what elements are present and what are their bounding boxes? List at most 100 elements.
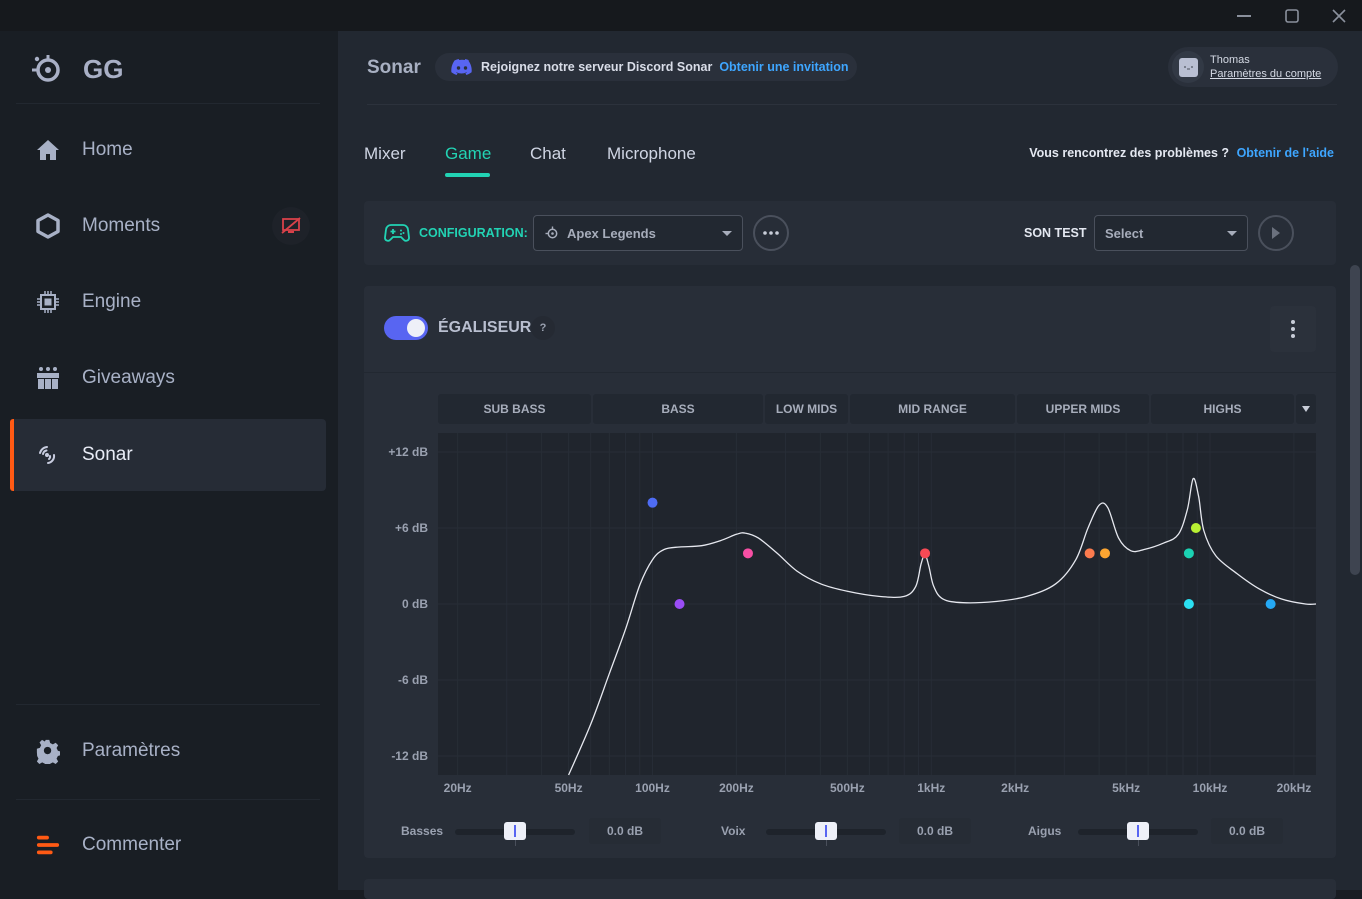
account-settings-link[interactable]: Paramètres du compte (1210, 68, 1321, 80)
toggle-knob (407, 319, 425, 337)
sidebar-item-label: Sonar (82, 444, 133, 465)
header-divider (367, 104, 1337, 105)
scrollbar-thumb[interactable] (1350, 265, 1360, 575)
sidebar-divider (16, 103, 320, 104)
x-tick-label: 1kHz (917, 781, 945, 795)
band-sub-bass[interactable]: SUB BASS (438, 394, 591, 424)
slider-thumb-voix[interactable] (815, 822, 837, 840)
equalizer-menu-button[interactable] (1270, 306, 1316, 352)
slider-label-basses: Basses (401, 824, 444, 838)
hexagon-icon (36, 213, 60, 239)
eq-node-handle[interactable] (1265, 599, 1276, 609)
scrollbar[interactable] (1350, 265, 1362, 615)
steelseries-small-icon (545, 226, 558, 239)
equalizer-help-button[interactable]: ? (531, 316, 555, 340)
window-titlebar (0, 0, 1362, 31)
logo-text: GG (83, 53, 124, 84)
x-tick-label: 200Hz (719, 781, 754, 795)
sidebar-item-label: Giveaways (82, 367, 175, 388)
sidebar-item-moments[interactable]: Moments (10, 190, 326, 262)
help-question: Vous rencontrez des problèmes ? (1029, 146, 1230, 160)
sidebar-item-label: Commenter (82, 834, 182, 855)
recording-off-badge[interactable] (272, 207, 310, 245)
eq-node-handle[interactable] (1190, 523, 1201, 533)
ellipsis-icon (763, 231, 779, 235)
equalizer-panel: ÉGALISEUR ? SUB BASS BASS LOW MIDS MID R… (364, 286, 1336, 858)
band-mid-range[interactable]: MID RANGE (850, 394, 1015, 424)
slider-value-basses[interactable]: 0.0 dB (589, 818, 661, 844)
eq-node-handle[interactable] (920, 548, 931, 559)
son-test-selected: Select (1105, 225, 1144, 241)
sidebar-item-home[interactable]: Home (10, 114, 326, 186)
play-test-button[interactable] (1258, 215, 1294, 251)
bands-dropdown-button[interactable] (1296, 394, 1316, 424)
son-test-select[interactable]: Select (1094, 215, 1248, 251)
band-highs[interactable]: HIGHS (1151, 394, 1294, 424)
chip-icon (36, 290, 60, 314)
monitor-off-icon (281, 217, 301, 234)
x-tick-label: 20kHz (1277, 781, 1312, 795)
slider-thumb-basses[interactable] (504, 822, 526, 840)
tab-microphone[interactable]: Microphone (607, 144, 696, 164)
minimize-button[interactable] (1221, 0, 1267, 31)
sidebar-divider (16, 704, 320, 705)
sidebar-item-giveaways[interactable]: Giveaways (10, 342, 326, 414)
slider-label-voix: Voix (721, 824, 746, 838)
eq-node-handle[interactable] (1084, 548, 1095, 559)
slider-label-aigus: Aigus (1028, 824, 1062, 838)
main-content: Sonar Rejoignez notre serveur Discord So… (338, 31, 1362, 899)
configuration-select[interactable]: Apex Legends (533, 215, 743, 251)
kebab-dot (1291, 320, 1295, 324)
eq-node-handle[interactable] (1183, 599, 1194, 609)
x-tick-label: 20Hz (444, 781, 472, 795)
logo[interactable]: GG (31, 53, 123, 85)
more-options-button[interactable] (753, 215, 789, 251)
eq-node-handle[interactable] (674, 599, 685, 609)
help-prompt: Vous rencontrez des problèmes ? Obtenir … (1029, 146, 1334, 160)
y-tick-label: 0 dB (402, 597, 428, 611)
tab-game[interactable]: Game (445, 144, 491, 164)
sidebar-item-label: Home (82, 139, 133, 160)
tab-chat[interactable]: Chat (530, 144, 566, 164)
sidebar-item-label: Engine (82, 291, 142, 312)
x-tick-label: 100Hz (635, 781, 670, 795)
x-axis: 20Hz 50Hz 100Hz 200Hz 500Hz 1kHz 2kHz 5kHz 10kHz… (444, 781, 1312, 795)
slider-center-tick (1138, 840, 1139, 846)
y-tick-label: -6 dB (398, 673, 428, 687)
slider-value-voix[interactable]: 0.0 dB (899, 818, 971, 844)
sidebar: GG Home Moments Engine Giveaways Sonar P… (0, 31, 338, 890)
band-low-mids[interactable]: LOW MIDS (765, 394, 848, 424)
close-button[interactable] (1316, 0, 1362, 31)
steelseries-logo-icon (32, 55, 60, 82)
discord-invite-link[interactable]: Obtenir une invitation (719, 60, 848, 74)
maximize-button[interactable] (1269, 0, 1315, 31)
sidebar-item-sonar[interactable]: Sonar (10, 419, 326, 491)
slider-center-tick (826, 840, 827, 846)
tab-mixer[interactable]: Mixer (364, 144, 406, 164)
eq-node-handle[interactable] (647, 497, 658, 508)
help-link[interactable]: Obtenir de l'aide (1237, 146, 1334, 160)
account-pill[interactable]: Thomas Paramètres du compte (1168, 47, 1338, 87)
feedback-icon (36, 833, 60, 857)
eq-node-handle[interactable] (742, 548, 753, 559)
equalizer-title: ÉGALISEUR (438, 319, 532, 336)
equalizer-toggle[interactable] (384, 316, 428, 340)
avatar (1172, 51, 1204, 83)
eq-node-handle[interactable] (1183, 548, 1194, 559)
sidebar-item-engine[interactable]: Engine (10, 266, 326, 338)
son-test-label: SON TEST (1024, 226, 1087, 240)
page-title: Sonar (367, 57, 421, 78)
slider-value-aigus[interactable]: 0.0 dB (1211, 818, 1283, 844)
discord-banner: Rejoignez notre serveur Discord Sonar Ob… (435, 53, 857, 81)
band-upper-mids[interactable]: UPPER MIDS (1017, 394, 1149, 424)
band-bass[interactable]: BASS (593, 394, 763, 424)
eq-node-handle[interactable] (1099, 548, 1110, 559)
sidebar-item-parametres[interactable]: Paramètres (10, 715, 326, 787)
eq-chart[interactable]: +12 dB +6 dB 0 dB -6 dB -12 dB 20Hz 50Hz 100Hz… (364, 426, 1336, 796)
x-tick-label: 5kHz (1112, 781, 1140, 795)
chevron-down-icon (722, 231, 732, 236)
sidebar-item-commenter[interactable]: Commenter (10, 809, 326, 881)
gamepad-icon (384, 224, 410, 242)
next-panel (364, 879, 1336, 899)
slider-thumb-aigus[interactable] (1127, 822, 1149, 840)
